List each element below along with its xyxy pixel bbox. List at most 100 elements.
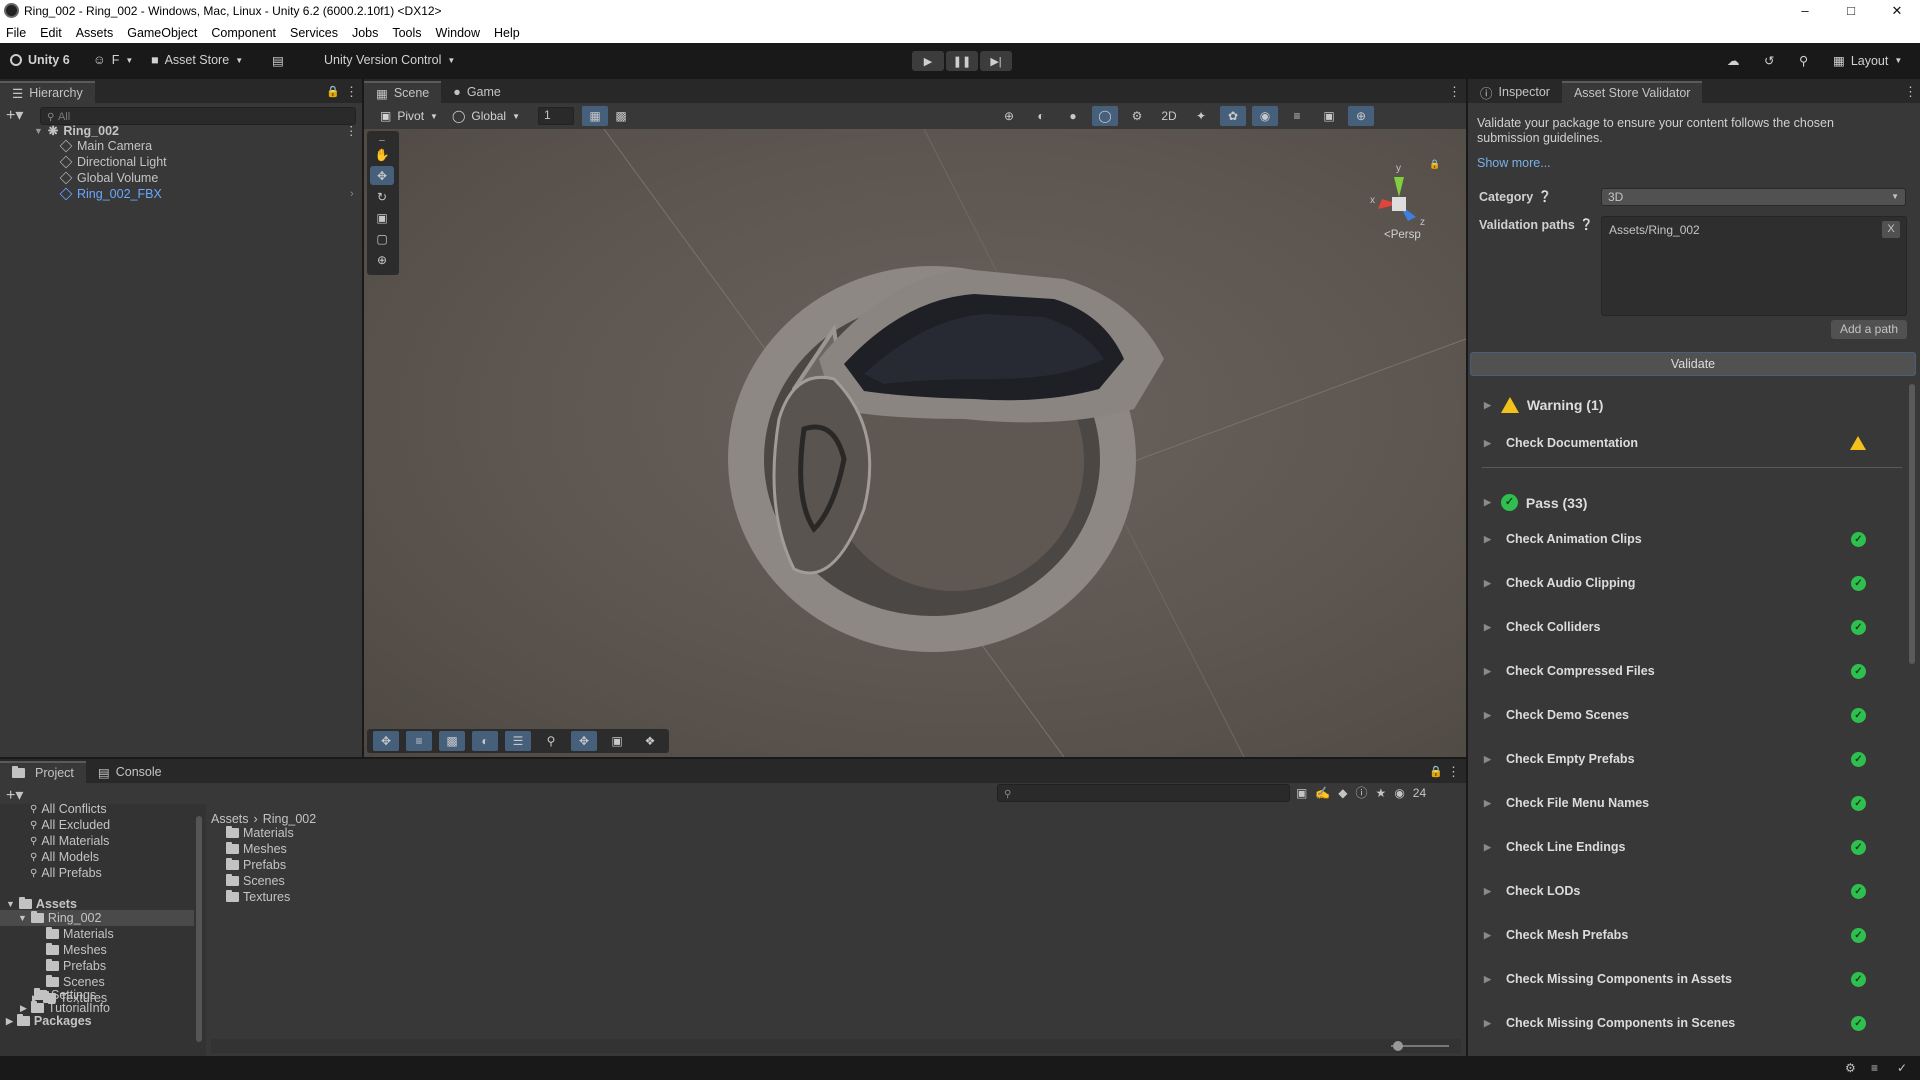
tab-project[interactable]: Project — [0, 761, 86, 783]
grid-visibility-icon[interactable]: ▩ — [608, 106, 634, 126]
menu-tools[interactable]: Tools — [392, 26, 421, 40]
add-icon[interactable]: +▾ — [6, 785, 23, 805]
package-icon[interactable]: ▤ — [272, 53, 284, 68]
menu-file[interactable]: File — [6, 26, 26, 40]
add-icon[interactable]: +▾ — [6, 105, 23, 125]
check-row[interactable]: ▶ Check LODs ✓ — [1484, 881, 1894, 901]
content-folder[interactable]: Scenes — [226, 874, 285, 888]
overlay-search-icon[interactable]: ⚲ — [538, 731, 564, 751]
pass-section-header[interactable]: ▶ ✓ Pass (33) — [1484, 494, 1587, 511]
unity-button[interactable]: Unity 6 — [10, 53, 70, 67]
search-by-type-icon[interactable]: ▣ — [1296, 786, 1307, 800]
search-by-tag-icon[interactable]: ◆ — [1338, 786, 1347, 800]
check-row[interactable]: ▶ Check Empty Prefabs ✓ — [1484, 749, 1894, 769]
grid-snap-icon[interactable]: ▦ — [582, 106, 608, 126]
chevron-right-icon[interactable]: › — [350, 188, 354, 200]
asset-info-icon[interactable]: ⓘ — [1356, 784, 1368, 801]
tree-tutorialinfo[interactable]: ▶ TutorialInfo — [20, 1001, 110, 1015]
tab-console[interactable]: ▤ Console — [86, 761, 174, 783]
tree-folder[interactable]: Prefabs — [46, 959, 106, 973]
account-dropdown[interactable]: ☺ F ▼ — [93, 53, 133, 67]
more-icon[interactable]: ⋮ — [1447, 764, 1460, 780]
menu-component[interactable]: Component — [211, 26, 276, 40]
check-row[interactable]: ▶ Check Line Endings ✓ — [1484, 837, 1894, 857]
menu-jobs[interactable]: Jobs — [352, 26, 378, 40]
hand-tool-icon[interactable]: ✋ — [370, 145, 394, 164]
pivot-dropdown[interactable]: ▣ Pivot ▼ — [380, 109, 438, 123]
content-folder[interactable]: Prefabs — [226, 858, 286, 872]
tree-settings[interactable]: Settings — [34, 988, 96, 1002]
projection-toggle[interactable]: <Persp — [1384, 229, 1421, 241]
lock-icon[interactable]: 🔒 — [1429, 765, 1443, 778]
overlay-render-icon[interactable]: ▣ — [604, 731, 630, 751]
gizmo-lock-icon[interactable]: 🔒 — [1429, 159, 1440, 170]
favorite-item[interactable]: ⚲ All Materials — [30, 834, 109, 848]
remove-path-button[interactable]: X — [1882, 221, 1900, 238]
more-icon[interactable]: ⋮ — [1448, 84, 1461, 100]
menu-window[interactable]: Window — [436, 26, 480, 40]
search-icon[interactable]: ⚲ — [1799, 53, 1808, 68]
layers-status-icon[interactable]: ≡ — [1871, 1061, 1878, 1075]
add-path-button[interactable]: Add a path — [1831, 320, 1907, 339]
visibility-icon[interactable]: ◉ — [1252, 106, 1278, 126]
play-button[interactable]: ▶ — [912, 51, 944, 71]
version-control-dropdown[interactable]: Unity Version Control ▼ — [324, 53, 455, 67]
overlay-lighting-icon[interactable]: ◐ — [472, 731, 498, 751]
favorite-item[interactable]: ⚲ All Models — [30, 850, 99, 864]
layers-icon[interactable]: ≡ — [1284, 106, 1310, 126]
palette-grip-icon[interactable]: ─ — [370, 136, 394, 145]
check-row[interactable]: ▶ Check File Menu Names ✓ — [1484, 793, 1894, 813]
hierarchy-item-global-volume[interactable]: Global Volume — [59, 171, 158, 185]
move-tool-icon[interactable]: ✥ — [370, 166, 394, 185]
hierarchy-item-ring-fbx[interactable]: Ring_002_FBX — [59, 187, 162, 201]
2d-toggle-icon[interactable]: 2D — [1156, 106, 1182, 126]
check-row[interactable]: ▶ Check Mesh Prefabs ✓ — [1484, 925, 1894, 945]
rect-tool-icon[interactable]: ▢ — [370, 229, 394, 248]
pause-button[interactable]: ❚❚ — [946, 51, 978, 71]
menu-edit[interactable]: Edit — [40, 26, 62, 40]
close-icon[interactable]: ✕ — [1874, 0, 1920, 22]
transform-tool-icon[interactable]: ⊕ — [370, 250, 394, 269]
tab-inspector[interactable]: ⓘ Inspector — [1468, 81, 1562, 103]
overlay-layers-icon[interactable]: ☰ — [505, 731, 531, 751]
content-folder[interactable]: Materials — [226, 826, 294, 840]
check-row[interactable]: ▶ Check Colliders ✓ — [1484, 617, 1894, 637]
zoom-slider-handle[interactable] — [1393, 1041, 1403, 1051]
tab-scene[interactable]: ▦ Scene — [364, 81, 442, 103]
hidden-packages-icon[interactable]: ◉ — [1394, 786, 1404, 800]
shading-mode-icon[interactable]: ◯ — [1092, 106, 1118, 126]
gizmos-icon[interactable]: ⊕ — [1348, 106, 1374, 126]
validate-button[interactable]: Validate — [1470, 352, 1916, 376]
layout-dropdown[interactable]: ▦ Layout ▼ — [1833, 53, 1902, 69]
overlay-compass-icon[interactable]: ❖ — [637, 731, 663, 751]
overlay-snap-icon[interactable]: ✥ — [571, 731, 597, 751]
menu-help[interactable]: Help — [494, 26, 520, 40]
scene-menu-icon[interactable]: ⋮ — [345, 123, 358, 138]
lock-icon[interactable]: 🔒 — [326, 85, 340, 98]
breadcrumb-assets[interactable]: Assets — [211, 812, 249, 826]
tree-folder[interactable]: Scenes — [46, 975, 105, 989]
results-scrollbar[interactable] — [1909, 384, 1915, 664]
scene-root[interactable]: ▼ ❋ Ring_002 ⋮ — [34, 123, 358, 139]
scale-tool-icon[interactable]: ▣ — [370, 208, 394, 227]
hierarchy-item-main-camera[interactable]: Main Camera — [59, 139, 152, 153]
breadcrumb-ring-002[interactable]: Ring_002 — [263, 812, 317, 826]
more-icon[interactable]: ⋮ — [345, 84, 358, 100]
wireframe-icon[interactable]: ◐ — [1028, 106, 1054, 126]
cloud-icon[interactable]: ☁ — [1727, 53, 1740, 68]
asset-store-dropdown[interactable]: ■ Asset Store ▼ — [151, 53, 243, 67]
minimize-icon[interactable]: – — [1782, 0, 1828, 22]
hierarchy-item-directional-light[interactable]: Directional Light — [59, 155, 167, 169]
debug-draw-icon[interactable]: ⚙ — [1124, 106, 1150, 126]
rotate-tool-icon[interactable]: ↻ — [370, 187, 394, 206]
tree-folder[interactable]: Materials — [46, 927, 114, 941]
debug-icon[interactable]: ⚙ — [1845, 1061, 1856, 1075]
tab-asset-store-validator[interactable]: Asset Store Validator — [1561, 81, 1703, 103]
tree-scrollbar[interactable] — [196, 816, 202, 1042]
overlay-grid-icon[interactable]: ▩ — [439, 731, 465, 751]
menu-gameobject[interactable]: GameObject — [127, 26, 197, 40]
content-folder[interactable]: Textures — [226, 890, 290, 904]
check-row-documentation[interactable]: ▶ Check Documentation — [1484, 433, 1894, 453]
favorite-item[interactable]: ⚲ All Excluded — [30, 818, 110, 832]
check-row[interactable]: ▶ Check Animation Clips ✓ — [1484, 529, 1894, 549]
